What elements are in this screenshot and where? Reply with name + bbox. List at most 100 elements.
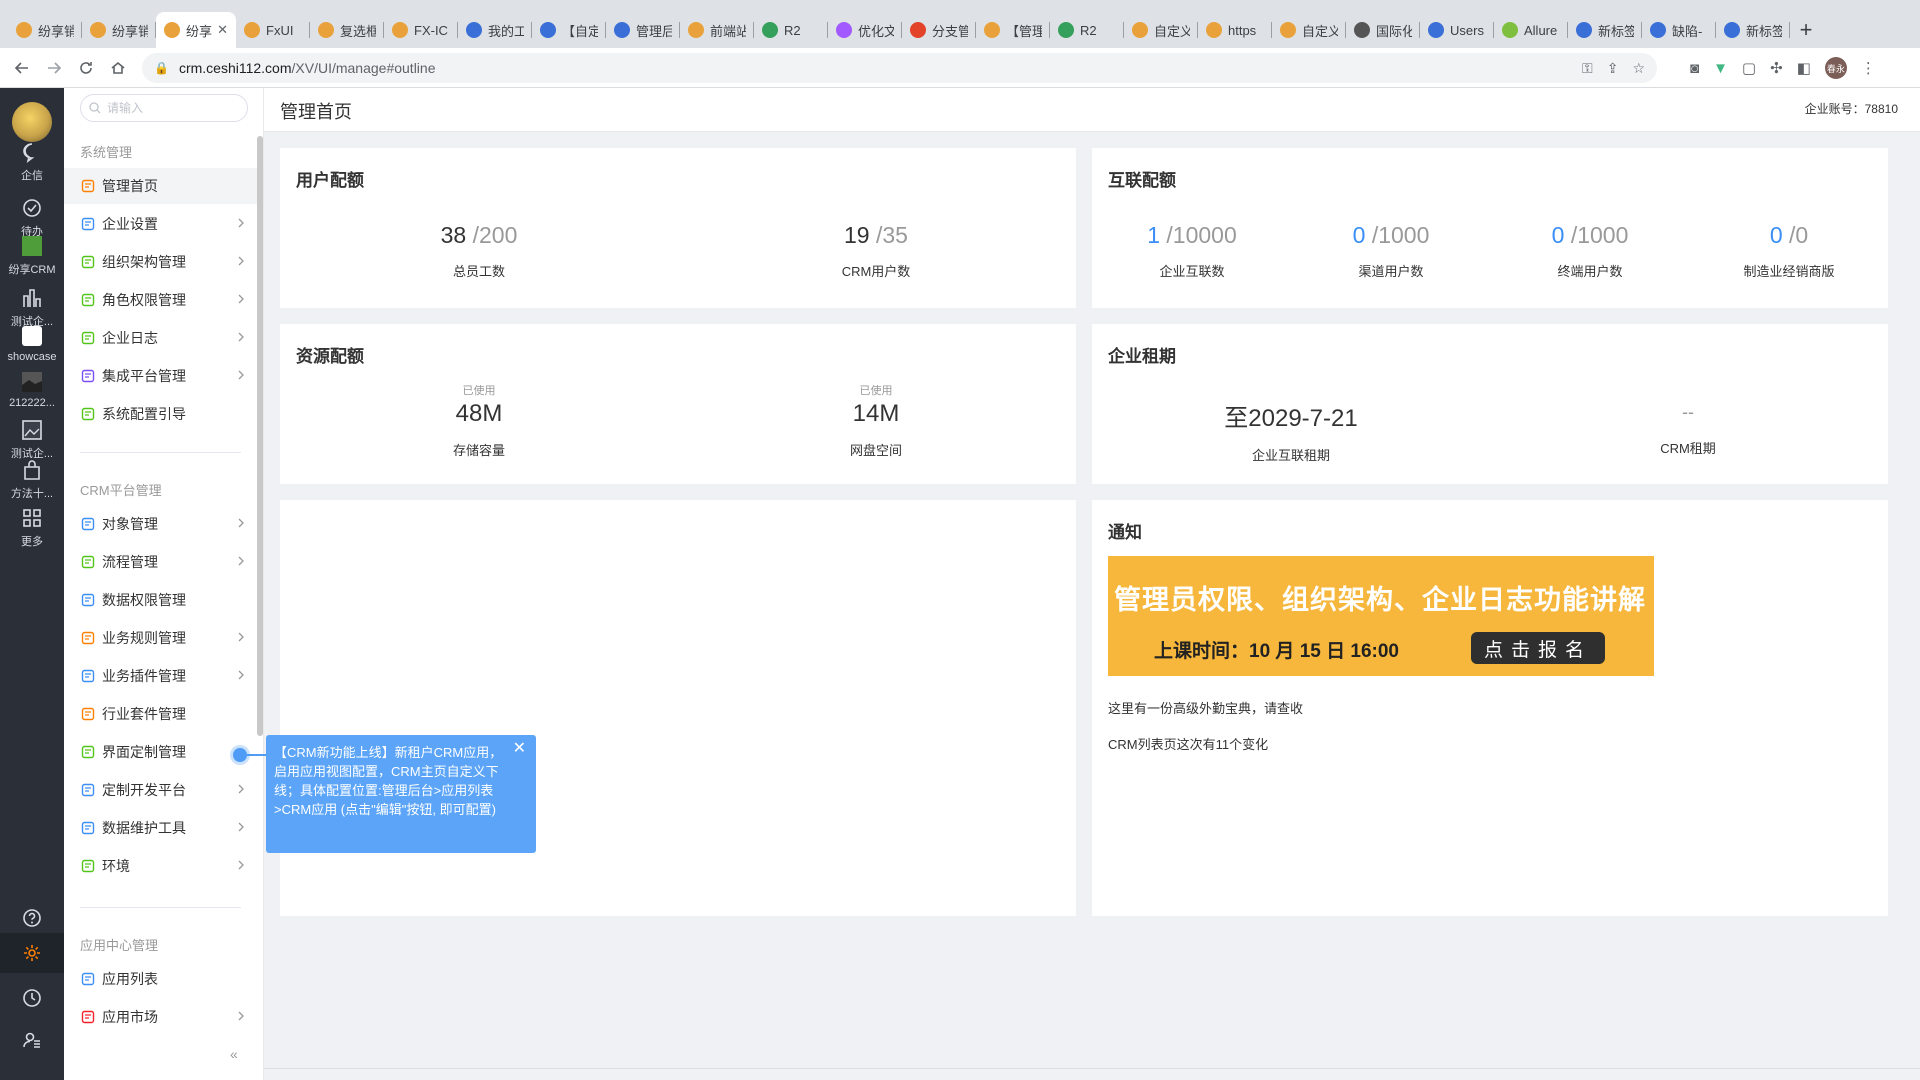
menu-item[interactable]: 流程管理 [64,544,257,580]
menu-item[interactable]: 数据权限管理 [64,582,257,618]
user-avatar[interactable] [12,102,52,142]
browser-tab[interactable]: 分支管 [902,12,976,48]
menu-item[interactable]: 环境 [64,848,257,884]
browser-tab[interactable]: https [1198,12,1272,48]
reload-button[interactable] [70,52,102,84]
account-label: 企业账号： [1804,102,1865,116]
browser-tab[interactable]: 我的工 [458,12,532,48]
history-button[interactable] [0,978,64,1018]
menu-item-icon [80,820,96,836]
extension-ghost-icon[interactable]: ◙ [1690,60,1699,77]
puzzle-icon[interactable]: ✣ [1770,59,1783,77]
rail-item[interactable]: 企信 [0,140,64,183]
menu-item[interactable]: 管理首页 [64,168,257,204]
help-button[interactable] [0,898,64,938]
star-icon[interactable]: ☆ [1632,60,1645,77]
browser-tab[interactable]: 优化文 [828,12,902,48]
extension-vue-icon[interactable]: ▼ [1713,60,1728,77]
stat-caption: CRM用户数 [841,264,911,279]
menu-item[interactable]: 界面定制管理 [64,734,257,770]
menu-item[interactable]: 对象管理 [64,506,257,542]
notice-link[interactable]: CRM列表页这次有11个变化 [1108,734,1268,753]
menu-item-label: 管理首页 [102,178,158,194]
browser-tab[interactable]: 管理后 [606,12,680,48]
rail-item[interactable]: 纷享CRM [0,234,64,277]
browser-tab[interactable]: 国际化 [1346,12,1420,48]
tab-title: 复选框 [340,23,376,39]
menu-item-icon [80,592,96,608]
rail-item[interactable]: 待办 [0,196,64,239]
menu-item[interactable]: 行业套件管理 [64,696,257,732]
menu-item[interactable]: 应用市场 [64,999,257,1035]
rail-item[interactable]: 更多 [0,506,64,549]
browser-tab[interactable]: Allure [1494,12,1568,48]
browser-tab[interactable]: 纷享销 [8,12,82,48]
browser-tab[interactable]: R2 [754,12,828,48]
forward-button[interactable] [38,52,70,84]
menu-item[interactable]: 企业设置 [64,206,257,242]
contacts-button[interactable] [0,1020,64,1060]
share-icon[interactable]: ⇪ [1607,60,1619,77]
tab-title: R2 [784,22,801,38]
menu-item[interactable]: 组织架构管理 [64,244,257,280]
browser-tab[interactable]: 纷享 ✕ [156,12,236,48]
menu-item-icon [80,706,96,722]
kebab-menu-icon[interactable]: ⋮ [1861,59,1876,77]
browser-tab[interactable]: 【管理 [976,12,1050,48]
course-banner[interactable]: 管理员权限、组织架构、企业日志功能讲解 上课时间：10 月 15 日 16:00… [1108,556,1654,676]
browser-tab[interactable]: Users [1420,12,1494,48]
sidepanel-icon[interactable]: ◧ [1797,59,1811,77]
browser-tab[interactable]: 新标签 [1568,12,1642,48]
settings-button[interactable] [0,933,64,973]
menu-item[interactable]: 业务插件管理 [64,658,257,694]
browser-tab[interactable]: 纷享销 [82,12,156,48]
menu-item[interactable]: 系统配置引导 [64,396,257,432]
menu-search-input[interactable] [107,101,237,115]
menu-item[interactable]: 集成平台管理 [64,358,257,394]
menu-item[interactable]: 应用列表 [64,961,257,997]
rail-item[interactable]: 方法十... [0,458,64,501]
browser-tab[interactable]: 新标签 [1716,12,1790,48]
menu-item[interactable]: 企业日志 [64,320,257,356]
guide-hotspot[interactable] [233,748,247,762]
back-button[interactable] [6,52,38,84]
browser-tab[interactable]: 缺陷- [1642,12,1716,48]
notice-link[interactable]: 这里有一份高级外勤宝典，请查收 [1108,698,1303,717]
browser-tab[interactable]: 自定义 [1124,12,1198,48]
menu-search[interactable] [80,94,248,122]
stat-crm-users: 19 /35 CRM用户数 [776,222,976,280]
card-title: 互联配额 [1108,171,1176,190]
register-button[interactable]: 点击报名 [1471,632,1605,664]
reload-icon [80,61,92,74]
menu-item[interactable]: 业务规则管理 [64,620,257,656]
rail-item[interactable]: 测试企... [0,286,64,329]
menu-item[interactable]: 定制开发平台 [64,772,257,808]
interconnect-quota-card: 互联配额 1 /10000 企业互联数 0 /1000 渠道用户数 0 /100… [1092,148,1888,308]
banner-time: 上课时间：10 月 15 日 16:00 [1154,641,1399,662]
rail-item[interactable]: 测试企... [0,418,64,461]
profile-avatar[interactable]: 春永 [1824,57,1847,79]
extension-box-icon[interactable]: ▢ [1742,59,1756,77]
browser-tab[interactable]: 自定义 [1272,12,1346,48]
menu-scrollbar[interactable] [257,136,263,736]
browser-tab[interactable]: 【自定 [532,12,606,48]
menu-item[interactable]: 数据维护工具 [64,810,257,846]
rail-item[interactable]: 212222... [0,370,64,409]
collapse-menu-button[interactable]: « [230,1046,238,1062]
url-bar[interactable]: 🔒 crm.ceshi112.com/XV/UI/manage#outline … [142,53,1657,83]
key-icon[interactable]: ⚿ [1582,60,1593,77]
stat-value: 0 [1769,222,1783,248]
new-tab-button[interactable]: + [1790,12,1822,48]
side-menu: 系统管理管理首页企业设置组织架构管理角色权限管理企业日志集成平台管理系统配置引导… [64,88,264,1080]
menu-item[interactable]: 角色权限管理 [64,282,257,318]
rail-item[interactable]: showcase [0,324,64,363]
close-tab-icon[interactable]: ✕ [217,22,228,38]
home-button[interactable] [102,52,134,84]
browser-tab[interactable]: 复选框 [310,12,384,48]
stat-caption: 终端用户数 [1557,264,1623,279]
browser-tab[interactable]: FX-IC [384,12,458,48]
browser-tab[interactable]: 前端站 [680,12,754,48]
browser-tab[interactable]: FxUI [236,12,310,48]
browser-tab[interactable]: R2 [1050,12,1124,48]
close-icon[interactable]: ✕ [513,739,526,758]
